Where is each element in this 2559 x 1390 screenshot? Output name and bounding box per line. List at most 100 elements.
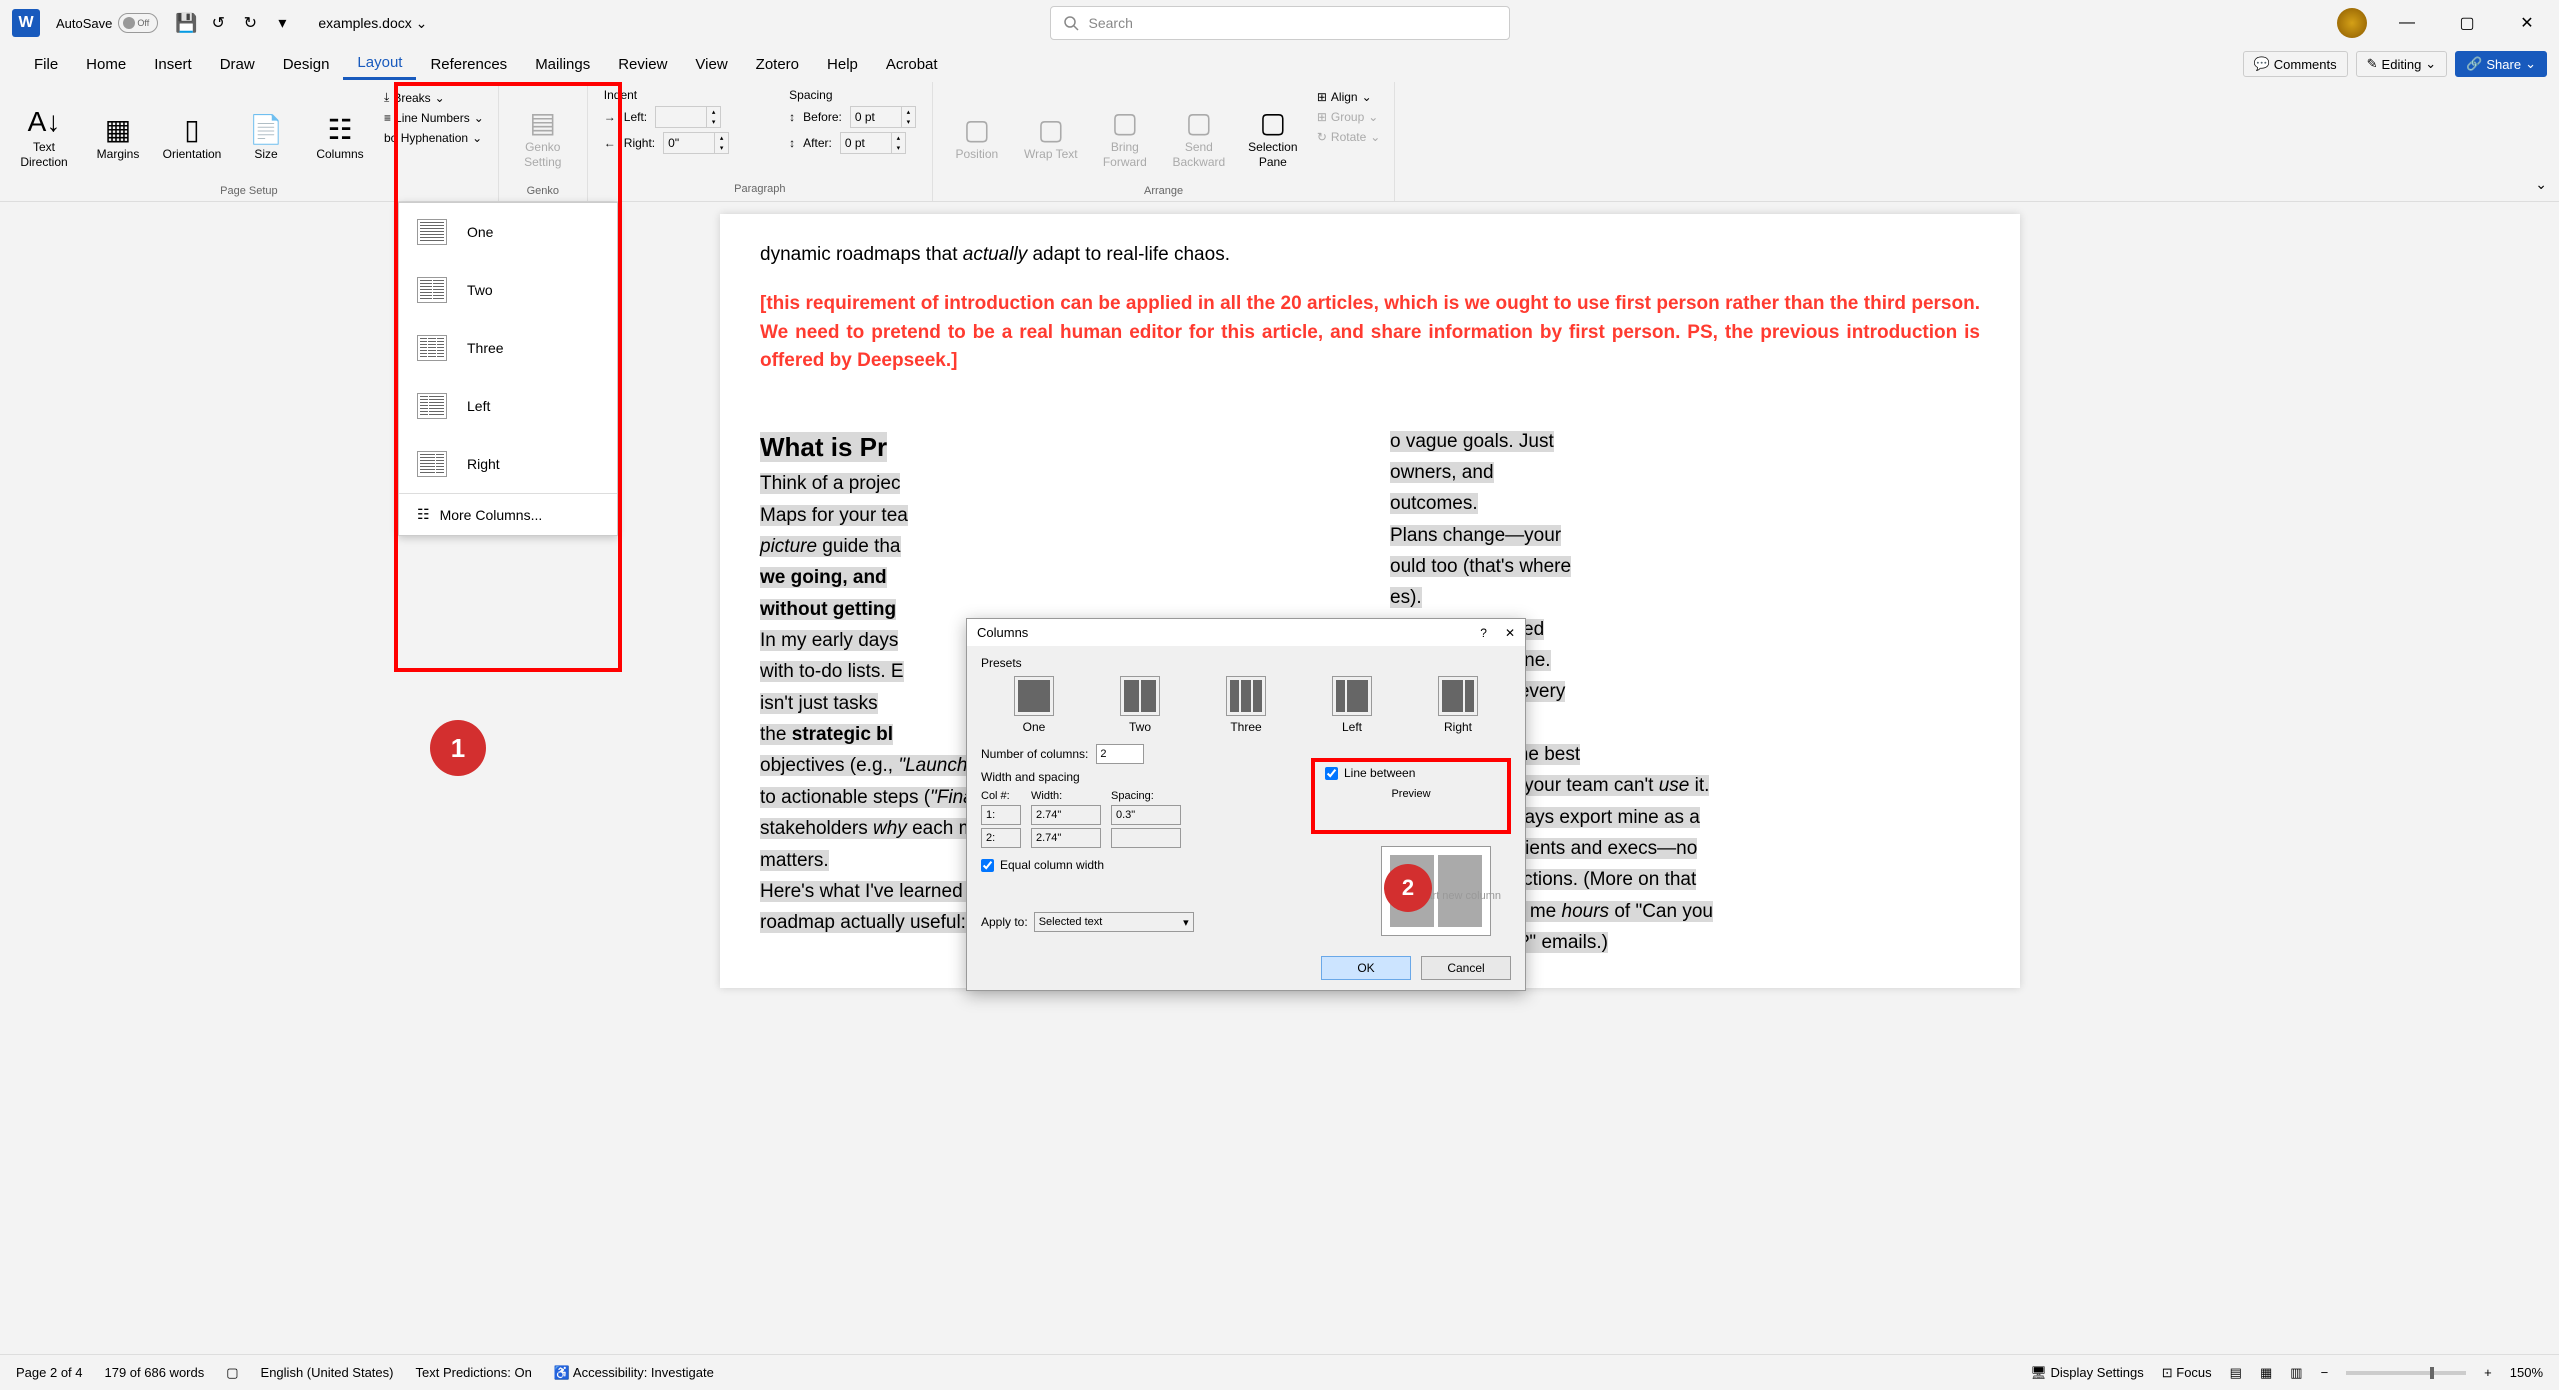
save-icon[interactable]: 💾 <box>172 9 200 37</box>
qat-customize-icon[interactable]: ▾ <box>268 9 296 37</box>
columns-left[interactable]: Left <box>399 377 617 435</box>
indent-left-input[interactable]: ▴▾ <box>655 106 721 128</box>
tab-file[interactable]: File <box>20 50 72 79</box>
number-of-columns-input[interactable] <box>1096 744 1144 764</box>
indent-right-input[interactable]: 0"▴▾ <box>663 132 729 154</box>
columns-button[interactable]: ☷Columns <box>306 88 374 185</box>
tab-help[interactable]: Help <box>813 50 872 79</box>
search-input[interactable]: Search <box>1050 6 1510 40</box>
preset-two[interactable]: Two <box>1120 676 1160 734</box>
document-name[interactable]: examples.docx ⌄ <box>318 15 427 32</box>
tab-layout[interactable]: Layout <box>343 48 416 80</box>
align-button[interactable]: ⊞ Align ⌄ <box>1313 88 1384 106</box>
ribbon-tabs: File Home Insert Draw Design Layout Refe… <box>0 46 2559 82</box>
tab-insert[interactable]: Insert <box>140 50 206 79</box>
rotate-button: ↻ Rotate ⌄ <box>1313 128 1384 146</box>
editor-note: [this requirement of introduction can be… <box>760 290 1980 376</box>
comments-button[interactable]: 💬 Comments <box>2243 51 2348 77</box>
more-columns[interactable]: ☷ More Columns... <box>399 493 617 535</box>
tab-home[interactable]: Home <box>72 50 140 79</box>
margins-button[interactable]: ▦Margins <box>84 88 152 185</box>
titlebar: W AutoSave Off 💾 ↺ ↻ ▾ examples.docx ⌄ S… <box>0 0 2559 46</box>
print-layout-icon[interactable]: ▦ <box>2260 1365 2272 1381</box>
spacing-2-input[interactable] <box>1111 828 1181 848</box>
columns-right[interactable]: Right <box>399 435 617 493</box>
annotation-marker-1: 1 <box>430 720 486 776</box>
autosave-label: AutoSave <box>56 16 112 31</box>
display-settings[interactable]: 🖥 Display Settings <box>2030 1365 2143 1381</box>
close-button[interactable]: ✕ <box>2507 13 2547 33</box>
spacing-before-input[interactable]: 0 pt▴▾ <box>850 106 916 128</box>
annotation-marker-2: 2 <box>1384 864 1432 912</box>
ok-button[interactable]: OK <box>1321 956 1411 980</box>
body-text: dynamic roadmaps that actually adapt to … <box>760 244 1980 266</box>
word-icon: W <box>12 9 40 37</box>
tab-references[interactable]: References <box>416 50 521 79</box>
zoom-slider[interactable] <box>2346 1371 2466 1375</box>
orientation-button[interactable]: ▯Orientation <box>158 88 226 185</box>
tab-review[interactable]: Review <box>604 50 681 79</box>
hyphenation-button[interactable]: bc Hyphenation ⌄ <box>380 129 488 147</box>
zoom-level[interactable]: 150% <box>2510 1365 2543 1380</box>
wrap-text-button: ▢Wrap Text <box>1017 88 1085 185</box>
tab-mailings[interactable]: Mailings <box>521 50 604 79</box>
text-predictions-indicator[interactable]: Text Predictions: On <box>415 1365 531 1380</box>
position-button: ▢Position <box>943 88 1011 185</box>
columns-two[interactable]: Two <box>399 261 617 319</box>
focus-mode[interactable]: ⊡ Focus <box>2162 1365 2212 1381</box>
word-count[interactable]: 179 of 686 words <box>105 1365 205 1380</box>
minimize-button[interactable]: — <box>2387 14 2427 32</box>
columns-dropdown: One Two Three Left Right ☷ More Columns.… <box>398 202 618 536</box>
columns-three[interactable]: Three <box>399 319 617 377</box>
apply-to-select[interactable]: Selected text <box>1034 912 1194 932</box>
accessibility-indicator[interactable]: ♿ Accessibility: Investigate <box>554 1365 714 1381</box>
statusbar: Page 2 of 4 179 of 686 words ▢ English (… <box>0 1354 2559 1390</box>
maximize-button[interactable]: ▢ <box>2447 13 2487 33</box>
columns-one[interactable]: One <box>399 203 617 261</box>
tab-draw[interactable]: Draw <box>206 50 269 79</box>
width-2-input[interactable]: 2.74" <box>1031 828 1101 848</box>
line-numbers-button[interactable]: ≡ Line Numbers ⌄ <box>380 109 488 127</box>
avatar[interactable] <box>2337 8 2367 38</box>
share-button[interactable]: 🔗 Share ⌄ <box>2455 51 2547 77</box>
columns-dialog: Columns ? ✕ Presets One Two Three Left R… <box>966 618 1526 991</box>
dialog-help-icon[interactable]: ? <box>1480 626 1487 640</box>
preset-three[interactable]: Three <box>1226 676 1266 734</box>
editing-mode-button[interactable]: ✎ Editing ⌄ <box>2356 51 2448 77</box>
selection-pane-button[interactable]: ▢Selection Pane <box>1239 88 1307 185</box>
web-layout-icon[interactable]: ▥ <box>2290 1365 2302 1381</box>
bring-forward-button: ▢Bring Forward <box>1091 88 1159 185</box>
tab-zotero[interactable]: Zotero <box>742 50 813 79</box>
dialog-close-icon[interactable]: ✕ <box>1505 626 1515 640</box>
dialog-title: Columns <box>977 625 1480 640</box>
annotation-box-2: Line between Preview <box>1311 758 1511 834</box>
read-mode-icon[interactable]: ▤ <box>2230 1365 2242 1381</box>
tab-acrobat[interactable]: Acrobat <box>872 50 952 79</box>
zoom-in-icon[interactable]: + <box>2484 1365 2492 1380</box>
page-indicator[interactable]: Page 2 of 4 <box>16 1365 83 1380</box>
collapse-ribbon-icon[interactable]: ⌄ <box>2535 176 2547 193</box>
send-backward-button: ▢Send Backward <box>1165 88 1233 185</box>
tab-view[interactable]: View <box>681 50 741 79</box>
preset-left[interactable]: Left <box>1332 676 1372 734</box>
genko-setting-button[interactable]: ▤Genko Setting <box>509 88 577 185</box>
redo-icon[interactable]: ↻ <box>236 9 264 37</box>
autosave-toggle[interactable]: Off <box>118 13 158 33</box>
spacing-after-input[interactable]: 0 pt▴▾ <box>840 132 906 154</box>
search-icon <box>1063 15 1079 31</box>
cancel-button[interactable]: Cancel <box>1421 956 1511 980</box>
text-direction-button[interactable]: A↓Text Direction <box>10 88 78 185</box>
breaks-button[interactable]: ⤓ Breaks ⌄ <box>380 88 488 107</box>
language-indicator[interactable]: English (United States) <box>261 1365 394 1380</box>
size-button[interactable]: 📄Size <box>232 88 300 185</box>
line-between-checkbox[interactable]: Line between <box>1325 766 1497 780</box>
preset-one[interactable]: One <box>1014 676 1054 734</box>
tab-design[interactable]: Design <box>269 50 344 79</box>
width-1-input[interactable]: 2.74" <box>1031 805 1101 825</box>
page-setup-group-label: Page Setup <box>10 185 488 197</box>
undo-icon[interactable]: ↺ <box>204 9 232 37</box>
group-button: ⊞ Group ⌄ <box>1313 108 1384 126</box>
zoom-out-icon[interactable]: − <box>2321 1365 2329 1380</box>
spacing-1-input[interactable]: 0.3" <box>1111 805 1181 825</box>
preset-right[interactable]: Right <box>1438 676 1478 734</box>
